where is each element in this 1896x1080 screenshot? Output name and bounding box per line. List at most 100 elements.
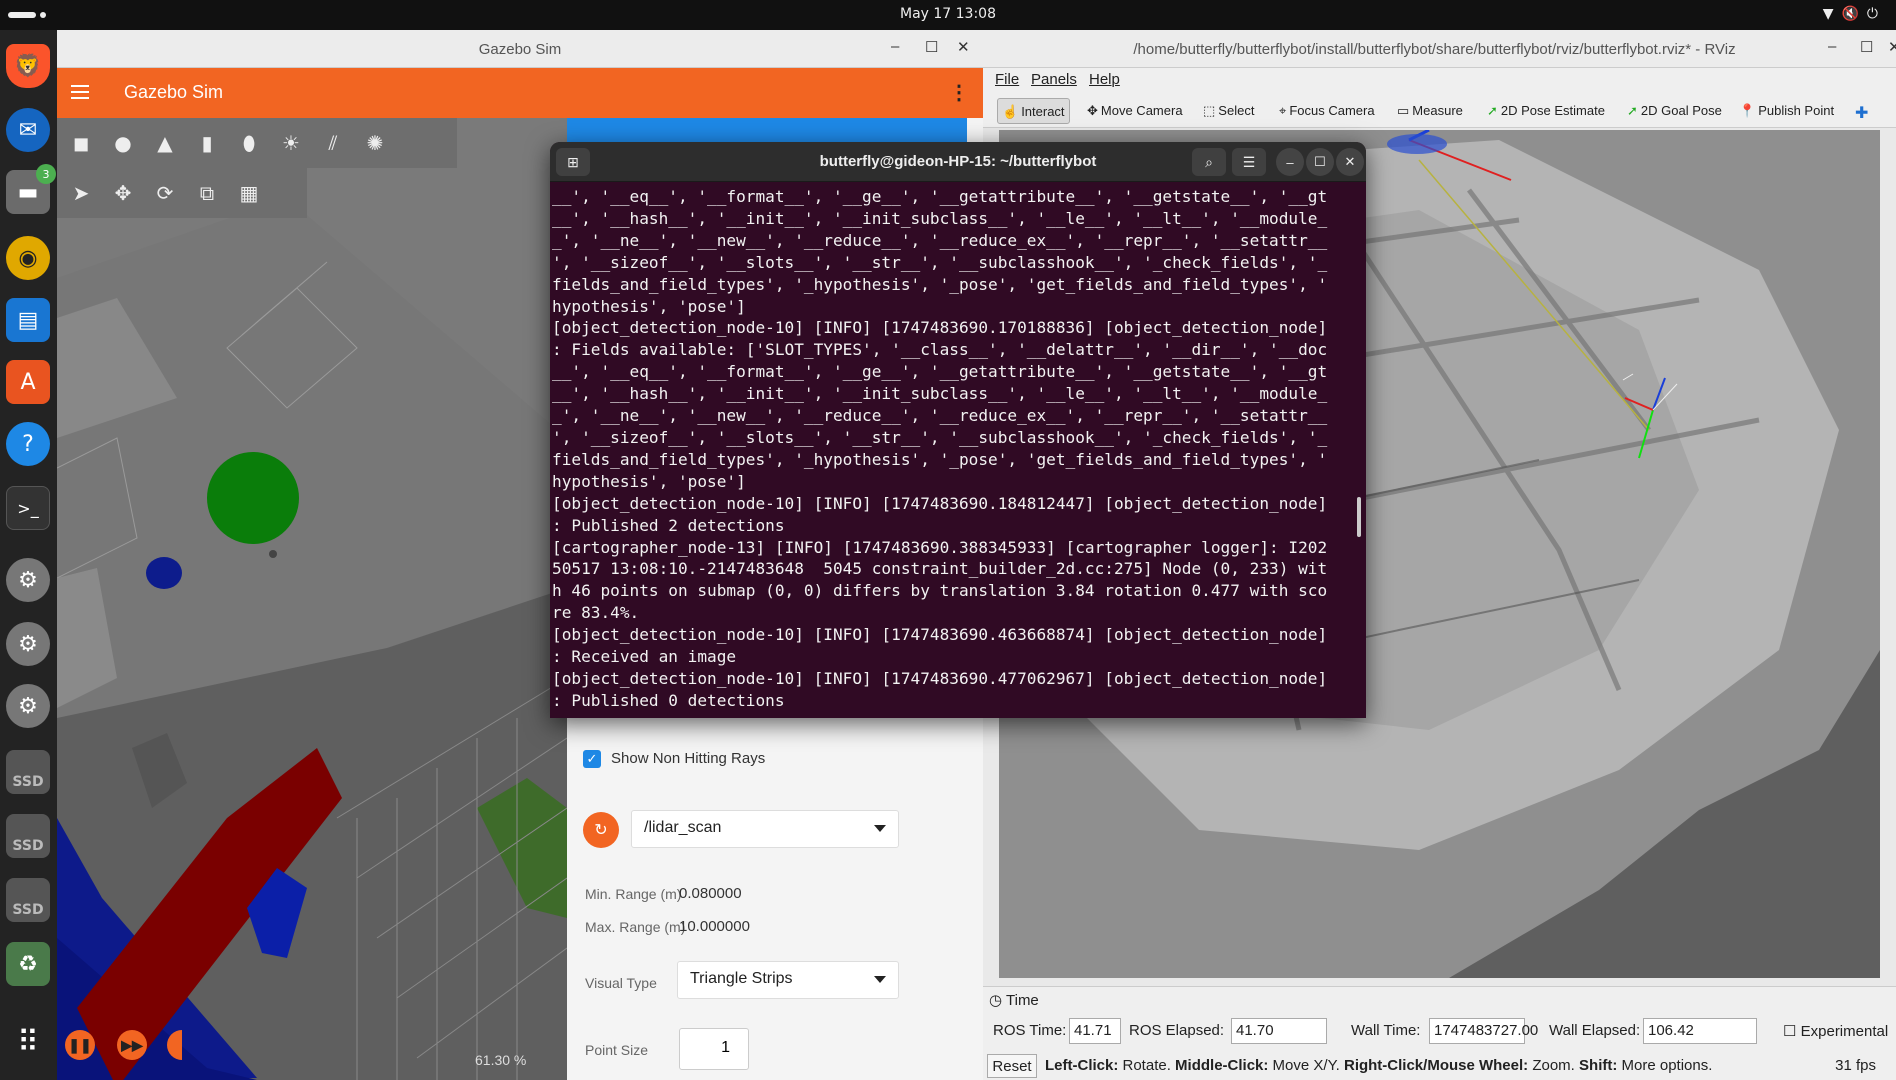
show-non-hitting-rays-checkbox[interactable]: ✓ xyxy=(583,750,601,768)
directional-light-icon[interactable]: ⫽ xyxy=(319,129,347,157)
settings-gear-icon[interactable]: ⚙ xyxy=(6,684,50,728)
move-camera-tool[interactable]: ✥ Move Camera xyxy=(1083,98,1187,124)
writer-icon[interactable]: ▤ xyxy=(6,298,50,342)
fps-counter: 31 fps xyxy=(1835,1057,1876,1074)
close-icon[interactable]: ✕ xyxy=(1888,38,1896,56)
terminal-line: hypothesis', 'pose'] xyxy=(552,471,746,491)
focus-camera-tool[interactable]: ⌖ Focus Camera xyxy=(1275,98,1379,124)
terminal-line: __', '__hash__', '__init__', '__init_sub… xyxy=(552,384,1328,404)
cone-shape-icon[interactable]: ▲ xyxy=(151,129,179,157)
point-light-icon[interactable]: ☀ xyxy=(277,129,305,157)
maximize-icon[interactable]: ☐ xyxy=(1306,148,1334,176)
translate-icon[interactable]: ✥ xyxy=(109,179,137,207)
add-tool-icon[interactable]: ✚ xyxy=(1851,98,1872,124)
ros-time-label: ROS Time: xyxy=(993,1022,1067,1039)
grid-icon[interactable]: ▦ xyxy=(235,179,263,207)
clock[interactable]: May 17 13:08 xyxy=(0,6,1896,22)
terminal-line: : Received an image xyxy=(552,647,737,667)
menu-panels[interactable]: Panels xyxy=(1031,71,1077,88)
goal-pose-label: 2D Goal Pose xyxy=(1640,103,1722,118)
dock: 🦁 ✉ ▬ 3 ◉ ▤ A ? >_ ⚙ ⚙ ⚙ SSD SSD SSD ♻ ⠿ xyxy=(0,30,57,1080)
box-shape-icon[interactable]: ◼ xyxy=(67,129,95,157)
files-icon[interactable]: ▬ 3 xyxy=(6,164,56,214)
hint-shift-key: Shift: xyxy=(1579,1057,1618,1074)
wall-time-field[interactable]: 1747483727.00 xyxy=(1429,1018,1538,1044)
min-range-value[interactable]: 0.080000 xyxy=(679,885,742,902)
green-arrow-icon: ➚ xyxy=(1627,103,1638,118)
max-range-value[interactable]: 10.000000 xyxy=(679,918,750,935)
visual-type-select[interactable]: Triangle Strips xyxy=(677,961,899,999)
reset-button[interactable]: Reset xyxy=(987,1054,1037,1078)
menu-icon[interactable]: ☰ xyxy=(1232,148,1266,176)
hamburger-menu-icon[interactable] xyxy=(71,85,89,99)
minimize-icon[interactable]: – xyxy=(1276,148,1304,176)
ros-time-field[interactable]: 41.71 xyxy=(1069,1018,1121,1044)
maximize-icon[interactable]: ☐ xyxy=(925,38,938,56)
minimize-icon[interactable]: – xyxy=(891,38,899,55)
wall-elapsed-label: Wall Elapsed: xyxy=(1549,1022,1641,1039)
sphere-shape-icon[interactable]: ● xyxy=(109,129,137,157)
system-tray-icons[interactable]: ▼🔇⏻ xyxy=(1823,6,1886,22)
topic-select[interactable]: /lidar_scan xyxy=(631,810,899,848)
publish-point-tool[interactable]: 📍 Publish Point xyxy=(1735,98,1838,124)
terminal-line: : Published 2 detections xyxy=(552,515,785,535)
rhythmbox-icon[interactable]: ◉ xyxy=(6,236,50,280)
hint-middle-click-key: Middle-Click: xyxy=(1175,1057,1269,1074)
interact-tool[interactable]: ☝ Interact xyxy=(997,98,1070,124)
app-center-icon[interactable]: A xyxy=(6,360,50,404)
interact-label: Interact xyxy=(1021,104,1065,119)
measure-tool[interactable]: ▭ Measure xyxy=(1393,98,1467,124)
step-forward-icon[interactable]: ▶▶ xyxy=(117,1030,147,1060)
ssd-drive-icon[interactable]: SSD xyxy=(6,750,50,794)
terminal-output[interactable]: __', '__eq__', '__format__', '__ge__', '… xyxy=(552,186,1352,716)
thunderbird-icon[interactable]: ✉ xyxy=(6,108,50,152)
terminal-scrollbar[interactable] xyxy=(1357,497,1361,537)
settings-gear-icon[interactable]: ⚙ xyxy=(6,622,50,666)
settings-gear-icon[interactable]: ⚙ xyxy=(6,558,50,602)
brave-browser-icon[interactable]: 🦁 xyxy=(6,44,50,88)
help-icon[interactable]: ? xyxy=(6,422,50,466)
minimize-icon[interactable]: – xyxy=(1828,38,1836,55)
cursor-icon: ☝ xyxy=(1002,104,1019,119)
time-panel-title: ◷ Time xyxy=(989,991,1039,1009)
refresh-icon[interactable]: ↻ xyxy=(583,812,619,848)
select-arrow-icon[interactable]: ➤ xyxy=(67,179,95,207)
terminal-line: __', '__eq__', '__format__', '__ge__', '… xyxy=(552,187,1328,206)
hint-shift: More options. xyxy=(1617,1057,1713,1074)
gazebo-titlebar[interactable]: Gazebo Sim – ☐ ✕ xyxy=(57,30,983,68)
select-tool[interactable]: ⬚ Select xyxy=(1199,98,1258,124)
2d-goal-pose-tool[interactable]: ➚ 2D Goal Pose xyxy=(1623,98,1726,124)
close-icon[interactable]: ✕ xyxy=(957,38,970,56)
close-icon[interactable]: ✕ xyxy=(1336,148,1364,176)
2d-pose-estimate-tool[interactable]: ➚ 2D Pose Estimate xyxy=(1483,98,1609,124)
trash-icon[interactable]: ♻ xyxy=(6,942,50,986)
terminal-line: fields_and_field_types', '_hypothesis', … xyxy=(552,449,1328,469)
transform-toolbar: ➤ ✥ ⟳ ⧉ ▦ xyxy=(57,168,307,218)
experimental-checkbox[interactable]: ☐ Experimental xyxy=(1783,1022,1888,1040)
ssd-drive-icon[interactable]: SSD xyxy=(6,878,50,922)
menu-file[interactable]: File xyxy=(995,71,1019,88)
show-apps-icon[interactable]: ⠿ xyxy=(6,1020,50,1064)
cylinder-shape-icon[interactable]: ▮ xyxy=(193,129,221,157)
spot-light-icon[interactable]: ✺ xyxy=(361,129,389,157)
terminal-titlebar[interactable]: ⊞ butterfly@gideon-HP-15: ~/butterflybot… xyxy=(550,142,1366,182)
point-size-label: Point Size xyxy=(585,1042,649,1058)
capsule-shape-icon[interactable]: ⬮ xyxy=(235,129,263,157)
search-icon[interactable]: ⌕ xyxy=(1192,148,1226,176)
terminal-icon[interactable]: >_ xyxy=(6,486,50,530)
pause-icon[interactable]: ❚❚ xyxy=(65,1030,95,1060)
rviz-titlebar[interactable]: /home/butterfly/butterflybot/install/but… xyxy=(983,30,1896,68)
menu-help[interactable]: Help xyxy=(1089,71,1120,88)
rotate-icon[interactable]: ⟳ xyxy=(151,179,179,207)
point-size-stepper[interactable]: 1 xyxy=(679,1028,749,1070)
terminal-line: fields_and_field_types', '_hypothesis', … xyxy=(552,274,1328,294)
ssd-drive-icon[interactable]: SSD xyxy=(6,814,50,858)
green-arrow-icon: ➚ xyxy=(1487,103,1498,118)
maximize-icon[interactable]: ☐ xyxy=(1860,38,1873,56)
ros-elapsed-field[interactable]: 41.70 xyxy=(1231,1018,1327,1044)
3d-scene[interactable] xyxy=(57,118,567,1080)
more-options-icon[interactable]: ⋮ xyxy=(949,80,969,105)
snap-icon[interactable]: ⧉ xyxy=(193,179,221,207)
wall-elapsed-field[interactable]: 106.42 xyxy=(1643,1018,1757,1044)
pose-estimate-label: 2D Pose Estimate xyxy=(1500,103,1605,118)
